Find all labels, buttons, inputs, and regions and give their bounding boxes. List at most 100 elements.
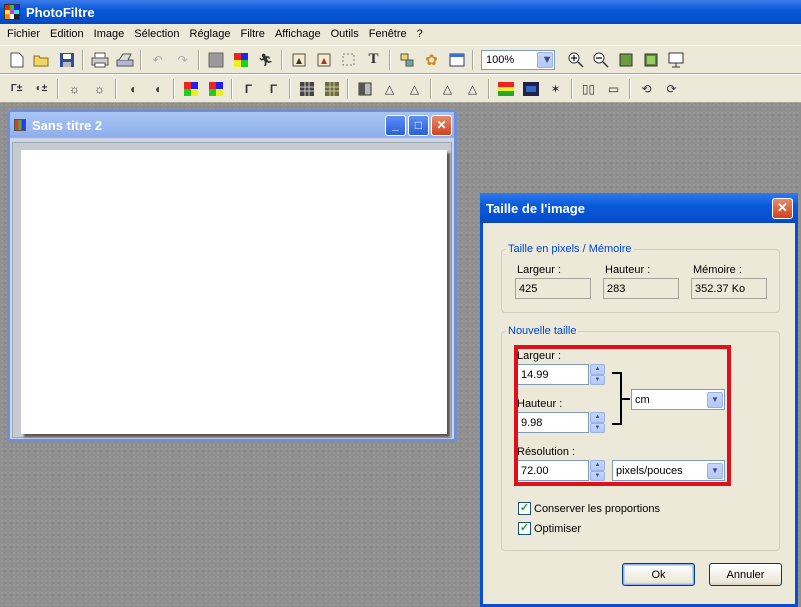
optimize-checkbox[interactable]: ✓ Optimiser	[518, 522, 581, 535]
toolbar-separator	[57, 78, 59, 99]
memory-label: Mémoire :	[693, 264, 742, 276]
keep-proportions-label[interactable]: Conserver les proportions	[534, 503, 660, 515]
window-icon[interactable]	[446, 49, 468, 71]
checkmark-icon[interactable]: ✓	[518, 502, 531, 515]
toolbar-separator	[430, 78, 432, 99]
minimize-button[interactable]: _	[385, 114, 406, 136]
toolbar-separator	[281, 49, 283, 70]
toolbar-separator	[571, 78, 573, 99]
pixel-width-label: Largeur :	[517, 264, 562, 276]
toolbar-separator	[231, 78, 233, 99]
toolbar-separator	[488, 78, 490, 99]
toolbar-separator	[289, 78, 291, 99]
document-title: Sans titre 2	[32, 117, 103, 133]
color-icon[interactable]	[495, 78, 517, 100]
blur-more-icon[interactable]: △	[437, 78, 459, 100]
dialog-close-button[interactable]: ✕	[772, 197, 793, 219]
rotate-right-icon[interactable]: ⟳	[661, 78, 683, 100]
menu-outils[interactable]: Outils	[326, 24, 364, 45]
toolbar-separator	[347, 78, 349, 99]
highlight-box	[514, 345, 731, 486]
blur-icon[interactable]: △	[379, 78, 401, 100]
photofiltre-logo-icon	[4, 4, 20, 20]
contrast-up-icon[interactable]: ◖	[147, 78, 169, 100]
gamma-up-icon[interactable]: Γ	[263, 78, 285, 100]
open-icon[interactable]	[31, 49, 53, 71]
main-toolbar: ↶ ↷ 🏃︎ T ✿ 100% ▼	[0, 45, 801, 74]
drop-icon[interactable]: △	[404, 78, 426, 100]
document-titlebar[interactable]: Sans titre 2 _ □ ✕	[10, 112, 454, 138]
rotate-left-icon[interactable]: ⟲	[636, 78, 658, 100]
pixel-size-legend: Taille en pixels / Mémoire	[508, 243, 632, 255]
dialog-title: Taille de l'image	[486, 200, 585, 216]
menu-reglage[interactable]: Réglage	[185, 24, 236, 45]
brightness-up-icon[interactable]: ☼	[89, 78, 111, 100]
contrast-down-icon[interactable]: ◖	[122, 78, 144, 100]
pixel-height-label: Hauteur :	[605, 264, 651, 276]
menu-edition[interactable]: Edition	[45, 24, 89, 45]
chevron-down-icon[interactable]: ▼	[537, 51, 553, 68]
zoom-out-icon[interactable]	[590, 49, 612, 71]
zoom-in-icon[interactable]	[565, 49, 587, 71]
flip-icon[interactable]: ▭	[603, 78, 625, 100]
ok-button[interactable]: Ok	[622, 563, 695, 586]
brightness-down-icon[interactable]: ☼	[64, 78, 86, 100]
new-icon[interactable]	[6, 49, 28, 71]
sharpen-icon[interactable]	[354, 78, 376, 100]
saturation-up-icon[interactable]	[205, 78, 227, 100]
optimize-label[interactable]: Optimiser	[534, 523, 581, 535]
color-palette-icon[interactable]	[230, 49, 252, 71]
auto-contrast-icon[interactable]: ◐±	[31, 78, 53, 100]
actual-size-icon[interactable]	[640, 49, 662, 71]
scan-icon[interactable]	[114, 49, 136, 71]
maximize-button[interactable]: □	[408, 114, 429, 136]
fit-image-icon[interactable]	[615, 49, 637, 71]
effects-icon[interactable]: ✶	[545, 78, 567, 100]
menu-affichage[interactable]: Affichage	[270, 24, 326, 45]
menu-fichier[interactable]: Fichier	[2, 24, 45, 45]
menu-image[interactable]: Image	[89, 24, 130, 45]
sharpen-more-icon[interactable]: △	[462, 78, 484, 100]
toolbar-separator	[82, 49, 84, 70]
resize-icon[interactable]	[313, 49, 335, 71]
redo-icon[interactable]: ↷	[172, 49, 194, 71]
select-icon[interactable]	[338, 49, 360, 71]
undo-icon[interactable]: ↶	[147, 49, 169, 71]
print-icon[interactable]	[89, 49, 111, 71]
layer-icon[interactable]	[396, 49, 418, 71]
close-button[interactable]: ✕	[431, 114, 452, 136]
app-title: PhotoFiltre	[26, 4, 95, 20]
toolbar-separator	[173, 78, 175, 99]
toolbar-separator	[629, 78, 631, 99]
transform-icon[interactable]: 🏃︎	[255, 49, 277, 71]
mirror-icon[interactable]: ▯▯	[578, 78, 600, 100]
crop-icon[interactable]	[288, 49, 310, 71]
save-icon[interactable]	[56, 49, 78, 71]
keep-proportions-checkbox[interactable]: ✓ Conserver les proportions	[518, 502, 660, 515]
new-size-legend: Nouvelle taille	[508, 325, 577, 337]
gear-icon[interactable]: ✿	[421, 49, 443, 71]
gradient-icon[interactable]	[520, 78, 542, 100]
checkmark-icon[interactable]: ✓	[518, 522, 531, 535]
toolbar-separator	[389, 49, 391, 70]
document-window: Sans titre 2 _ □ ✕	[7, 109, 457, 442]
color-grey-icon[interactable]	[205, 49, 227, 71]
auto-levels-icon[interactable]: Γ±	[6, 78, 28, 100]
menu-filtre[interactable]: Filtre	[235, 24, 269, 45]
saturation-down-icon[interactable]	[180, 78, 202, 100]
menu-help[interactable]: ?	[412, 24, 428, 45]
menu-selection[interactable]: Sélection	[129, 24, 184, 45]
zoom-select[interactable]: 100% ▼	[481, 49, 555, 70]
zoom-value: 100%	[486, 53, 515, 66]
dialog-titlebar[interactable]: Taille de l'image ✕	[480, 193, 798, 223]
image-canvas[interactable]	[21, 150, 447, 434]
fullscreen-icon[interactable]	[665, 49, 687, 71]
document-icon	[14, 119, 26, 131]
cancel-button[interactable]: Annuler	[709, 563, 782, 586]
text-tool-icon[interactable]: T	[363, 49, 385, 71]
memory-value: 352.37 Ko	[691, 278, 767, 299]
gamma-down-icon[interactable]: Γ	[238, 78, 260, 100]
menu-fenetre[interactable]: Fenêtre	[364, 24, 412, 45]
grid-icon[interactable]	[296, 78, 318, 100]
grid-alt-icon[interactable]	[321, 78, 343, 100]
